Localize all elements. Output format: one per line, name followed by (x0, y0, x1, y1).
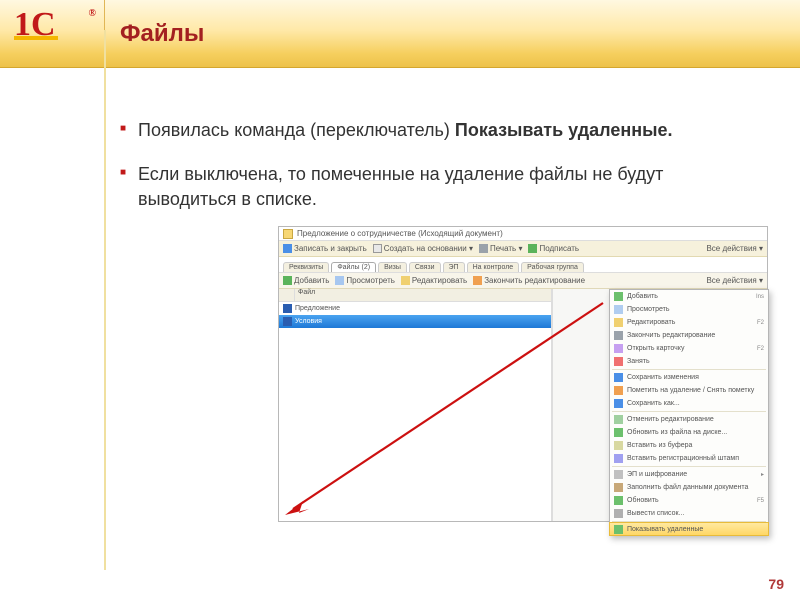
file-list: Файл Предложение Условия (279, 289, 552, 521)
ctx-item[interactable]: Закончить редактирование (610, 329, 768, 342)
ci-save (614, 399, 623, 408)
file-row-selected[interactable]: Условия (279, 315, 551, 328)
ci-edit (614, 318, 623, 327)
ctx-item[interactable]: Вставить регистрационный штамп (610, 452, 768, 465)
done-button[interactable]: Закончить редактирование (473, 276, 585, 285)
ci-refresh (614, 428, 623, 437)
ctx-item[interactable]: Отменить редактирование (610, 413, 768, 426)
ci-reg (614, 454, 623, 463)
file-list-header: Файл (279, 289, 551, 302)
print-button[interactable]: Печать ▾ (479, 244, 522, 253)
ctx-item[interactable]: Обновить из файла на диске... (610, 426, 768, 439)
tab-files[interactable]: Файлы (2) (331, 262, 376, 272)
ctx-item[interactable]: Занять (610, 355, 768, 368)
edit-button[interactable]: Редактировать (401, 276, 467, 285)
ci-mark (614, 386, 623, 395)
sign-icon (528, 244, 537, 253)
save-close-button[interactable]: Записать и закрыть (283, 244, 367, 253)
add-button[interactable]: Добавить (283, 276, 329, 285)
done-icon (473, 276, 482, 285)
bullet-1: Появилась команда (переключатель) Показы… (120, 118, 740, 142)
tab-links[interactable]: Связи (409, 262, 441, 272)
ctx-item[interactable]: Сохранить как... (610, 397, 768, 410)
ci-del (614, 357, 623, 366)
bullet-list: Появилась команда (переключатель) Показы… (120, 118, 740, 211)
sign-button[interactable]: Подписать (528, 244, 579, 253)
ctx-item[interactable]: ДобавитьIns (610, 290, 768, 303)
print-icon (479, 244, 488, 253)
word-icon (283, 304, 292, 313)
ci-undo (614, 415, 623, 424)
edit-icon (401, 276, 410, 285)
file-row[interactable]: Предложение (279, 302, 551, 315)
ctx-item[interactable]: Открыть карточкуF2 (610, 342, 768, 355)
view-button[interactable]: Просмотреть (335, 276, 395, 285)
divider-long (104, 30, 106, 570)
tab-visas[interactable]: Визы (378, 262, 407, 272)
ci-archive (614, 483, 623, 492)
ctx-item[interactable]: Показывать удаленные (609, 522, 769, 536)
ctx-item[interactable]: Заполнить файл данными документа (610, 481, 768, 494)
header-band: Файлы (0, 0, 800, 68)
tab-group[interactable]: Рабочая группа (521, 262, 584, 272)
tab-ep[interactable]: ЭП (443, 262, 465, 272)
ci-refresh (614, 496, 623, 505)
doc-icon (373, 244, 382, 253)
ctx-item[interactable]: Вставить из буфера (610, 439, 768, 452)
logo-underline (14, 36, 58, 40)
app-tabs: Реквизиты Файлы (2) Визы Связи ЭП На кон… (279, 257, 767, 273)
tab-control[interactable]: На контроле (467, 262, 520, 272)
app-toolbar-2: Добавить Просмотреть Редактировать Закон… (279, 273, 767, 289)
ci-save (614, 373, 623, 382)
save-icon (283, 244, 292, 253)
ci-enc (614, 470, 623, 479)
page-title: Файлы (120, 20, 204, 48)
ctx-item[interactable]: РедактироватьF2 (610, 316, 768, 329)
view-icon (335, 276, 344, 285)
app-toolbar-1: Записать и закрыть Создать на основании … (279, 241, 767, 257)
word-icon (283, 317, 292, 326)
context-menu: ДобавитьInsПросмотретьРедактироватьF2Зак… (609, 289, 769, 536)
ctx-item[interactable]: Просмотреть (610, 303, 768, 316)
logo: 1С ® (14, 6, 84, 60)
ctx-item[interactable]: Сохранить изменения (610, 371, 768, 384)
ci-pic (614, 344, 623, 353)
app-screenshot: Предложение о сотрудничестве (Исходящий … (278, 226, 768, 522)
logo-reg: ® (89, 8, 96, 19)
bullet-2: Если выключена, то помеченные на удалени… (120, 162, 740, 211)
ci-list (614, 509, 623, 518)
window-icon (283, 229, 293, 239)
ci-view (614, 305, 623, 314)
all-actions-1[interactable]: Все действия ▾ (706, 244, 763, 253)
ci-lock (614, 331, 623, 340)
ctx-item[interactable]: ЭП и шифрование▸ (610, 468, 768, 481)
all-actions-2[interactable]: Все действия ▾ (706, 276, 763, 285)
tab-reqs[interactable]: Реквизиты (283, 262, 329, 272)
ctx-item[interactable]: Вывести список... (610, 507, 768, 520)
ci-add (614, 292, 623, 301)
logo-text: 1С ® (14, 6, 84, 44)
page-number: 79 (768, 576, 784, 592)
ctx-item[interactable]: ОбновитьF5 (610, 494, 768, 507)
ci-show (614, 525, 623, 534)
ci-paste (614, 441, 623, 450)
divider-short (104, 0, 105, 30)
add-icon (283, 276, 292, 285)
content: Появилась команда (переключатель) Показы… (0, 68, 800, 211)
app-titlebar: Предложение о сотрудничестве (Исходящий … (279, 227, 767, 241)
create-from-button[interactable]: Создать на основании ▾ (373, 244, 473, 253)
window-title: Предложение о сотрудничестве (Исходящий … (297, 229, 503, 238)
ctx-item[interactable]: Пометить на удаление / Снять пометку (610, 384, 768, 397)
